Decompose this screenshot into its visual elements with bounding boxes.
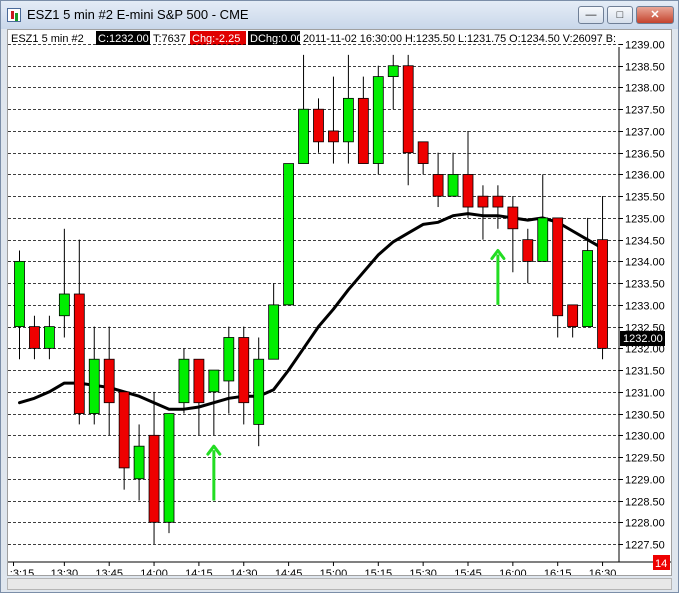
price-tick-label: 1231.00 (625, 388, 665, 400)
info-change: Chg:-2.25 (192, 33, 240, 45)
candle-body (357, 97, 369, 164)
candle-body (29, 326, 40, 349)
price-tick-label: 1237.00 (625, 127, 665, 139)
time-tick-label: 14:00 (140, 568, 168, 575)
info-dchange: DChg:0.00 (250, 33, 303, 45)
candle-body (253, 358, 265, 425)
chart-area[interactable]: ESZ1 5 min #2 C:1232.00 T:7637 Chg:-2.25… (7, 29, 672, 576)
chart-app-icon (7, 8, 21, 22)
info-ticks: T:7637 (153, 33, 186, 45)
price-tick-label: 1238.00 (625, 83, 665, 95)
price-tick-label: 1235.00 (625, 214, 665, 226)
time-tick-label: 15:45 (454, 568, 482, 575)
candle-body (133, 445, 145, 480)
time-tick-label: :3:15 (10, 568, 34, 575)
time-tick-label: 13:45 (95, 568, 123, 575)
price-tick-label: 1236.00 (625, 170, 665, 182)
time-tick-label: 14:45 (275, 568, 303, 575)
candle-body (477, 195, 489, 208)
candle-body (193, 358, 205, 404)
candle-body (88, 358, 100, 414)
price-tick-label: 1233.00 (625, 301, 665, 313)
price-tick-label: 1239.00 (625, 40, 665, 52)
price-tick-label: 1236.50 (625, 149, 665, 161)
candle-body (283, 163, 295, 306)
time-tick-label: 13:30 (51, 568, 79, 575)
candle-body (208, 369, 220, 393)
price-tick-label: 1229.00 (625, 475, 665, 487)
candle-body (402, 65, 414, 154)
candle-body (118, 391, 130, 469)
candle-body (462, 174, 474, 208)
candle-body (148, 434, 160, 523)
chart-window: ESZ1 5 min #2 E-mini S&P 500 - CME — □ ✕… (0, 0, 679, 593)
time-axis: :3:15 13:30 13:45 14:00 14:15 14:30 14:45 15:00… (10, 562, 617, 575)
candle-body (178, 358, 190, 404)
candle-body (14, 260, 25, 328)
candle-body (328, 130, 339, 143)
candle-body (552, 217, 564, 317)
close-button[interactable]: ✕ (636, 6, 674, 24)
candle-body (313, 108, 324, 143)
signal-arrows (206, 249, 506, 501)
price-tick-label: 1229.50 (625, 453, 665, 465)
candle-body (238, 337, 250, 404)
last-price-badge: 1232.00 (623, 333, 663, 345)
candle-body (447, 174, 459, 197)
candle-body (522, 239, 534, 262)
info-details: 2011-11-02 16:30:00 H:1235.50 L:1231.75 … (303, 33, 616, 45)
candle-body (387, 65, 399, 78)
candle-body (342, 97, 354, 143)
candle-body (537, 217, 549, 262)
time-tick-label: 16:30 (589, 568, 617, 575)
price-tick-label: 1228.50 (625, 497, 665, 509)
price-tick-label: 1237.50 (625, 105, 665, 117)
price-tick-label: 1234.50 (625, 236, 665, 248)
price-tick-label: 1227.50 (625, 540, 665, 552)
price-tick-label: 1234.00 (625, 257, 665, 269)
candles (14, 54, 608, 544)
candle-body (582, 250, 593, 328)
price-tick-label: 1228.00 (625, 518, 665, 530)
title-bar[interactable]: ESZ1 5 min #2 E-mini S&P 500 - CME — □ ✕ (1, 1, 678, 29)
candle-body (417, 141, 429, 164)
candle-body (432, 174, 444, 197)
candle-body (44, 326, 55, 349)
candle-body (58, 293, 70, 317)
price-tick-label: 1231.50 (625, 366, 665, 378)
price-tick-label: 1238.50 (625, 62, 665, 74)
time-tick-label: 14:15 (185, 568, 213, 575)
candle-body (163, 413, 175, 523)
price-tick-label: 1230.00 (625, 431, 665, 443)
candle-body (298, 108, 309, 164)
candle-body (73, 293, 85, 414)
corner-count: 14 (655, 558, 667, 570)
minimize-button[interactable]: — (578, 6, 604, 24)
maximize-button[interactable]: □ (607, 6, 633, 24)
price-tick-label: 1230.50 (625, 410, 665, 422)
candle-body (223, 337, 235, 382)
candle-body (597, 239, 608, 349)
candle-body (372, 76, 384, 164)
time-tick-label: 16:15 (544, 568, 572, 575)
candle-body (492, 195, 504, 208)
time-tick-label: 16:00 (499, 568, 527, 575)
time-tick-label: 15:30 (409, 568, 437, 575)
candle-body (103, 358, 115, 404)
time-tick-label: 15:00 (320, 568, 348, 575)
price-tick-label: 1233.50 (625, 279, 665, 291)
info-close: C:1232.00 (98, 33, 149, 45)
info-symbol: ESZ1 5 min #2 (11, 33, 84, 45)
price-tick-label: 1235.50 (625, 192, 665, 204)
candle-body (567, 304, 579, 328)
candle-body (507, 206, 519, 230)
window-title: ESZ1 5 min #2 E-mini S&P 500 - CME (27, 7, 249, 22)
time-tick-label: 15:15 (365, 568, 393, 575)
time-tick-label: 14:30 (230, 568, 258, 575)
candlestick-chart[interactable]: ESZ1 5 min #2 C:1232.00 T:7637 Chg:-2.25… (8, 30, 671, 575)
candle-body (268, 304, 280, 360)
horizontal-scrollbar[interactable] (7, 578, 672, 590)
